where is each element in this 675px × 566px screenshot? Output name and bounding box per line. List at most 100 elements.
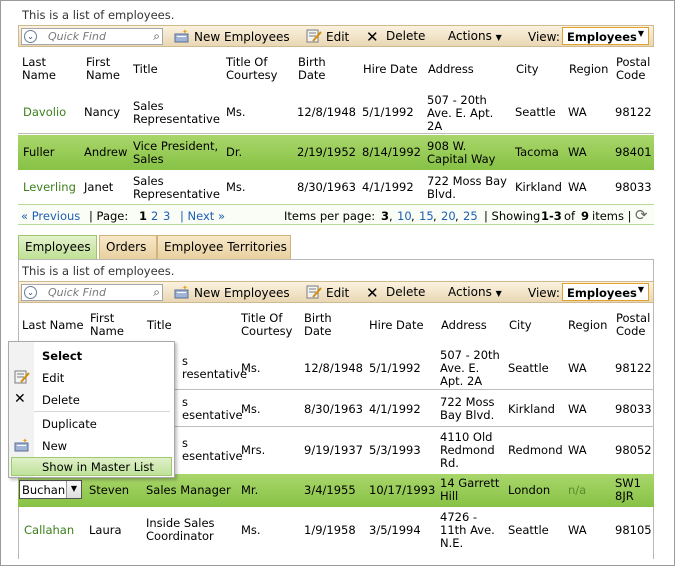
menu-item-delete[interactable]: Delete [42, 393, 80, 407]
column-header-title-of-courtesy[interactable]: Title Of Courtesy [241, 312, 292, 338]
last-name-link[interactable]: Fuller [23, 146, 54, 159]
items-per-page-option[interactable]: 10 [397, 209, 412, 223]
region-cell: WA [568, 443, 587, 457]
new-employees-button[interactable]: ✦ New Employees [174, 29, 290, 44]
next-page-link[interactable]: | Next » [180, 209, 225, 223]
courtesy-cell: Ms. [241, 402, 261, 416]
dropdown-arrow-icon: ▼ [637, 29, 644, 38]
column-header-postal-code[interactable]: Postal Code [616, 56, 650, 82]
items-per-page-option[interactable]: 25 [463, 209, 478, 223]
column-header-title[interactable]: Title [147, 319, 172, 332]
column-header-title[interactable]: Title [133, 63, 158, 76]
region-cell: WA [568, 402, 587, 416]
svg-text:✦: ✦ [182, 29, 188, 36]
hire-date-cell: 8/14/1992 [362, 145, 421, 159]
title-cell: s esentative [182, 436, 243, 463]
tab-employee-territories[interactable]: Employee Territories [157, 235, 291, 259]
view-selector[interactable]: Employees ▼ [562, 283, 649, 301]
page-2-link[interactable]: 2 [151, 209, 158, 223]
search-icon[interactable]: ⌕ [153, 285, 160, 300]
last-name-link[interactable]: Davolio [23, 106, 66, 119]
edit-label: Edit [326, 286, 350, 300]
delete-button[interactable]: ✕ Delete [366, 29, 425, 45]
column-header-postal-code[interactable]: Postal Code [616, 312, 650, 338]
quick-find-input[interactable]: ⌄ Quick Find ⌕ [21, 28, 163, 45]
refresh-icon[interactable]: ⟳ [635, 206, 648, 224]
column-header-city[interactable]: City [509, 319, 532, 332]
hire-date-cell: 5/3/1993 [369, 443, 421, 457]
birth-date-cell: 12/8/1948 [304, 361, 363, 375]
items-per-page-option[interactable]: 20 [441, 209, 456, 223]
items-per-page-option[interactable]: 15 [419, 209, 434, 223]
tab-employees[interactable]: Employees [18, 235, 97, 259]
column-header-region[interactable]: Region [568, 319, 607, 332]
table-row-selected[interactable]: Fuller Andrew Vice President, Sales Dr. 2… [18, 135, 654, 170]
menu-item-duplicate[interactable]: Duplicate [42, 417, 97, 431]
last-name-link[interactable]: Leverling [23, 181, 76, 194]
table-row[interactable]: Davolio Nancy Sales Representative Ms. 12… [18, 92, 654, 134]
chevron-down-icon[interactable]: ⌄ [24, 286, 37, 299]
actions-button[interactable]: Actions ▼ [448, 29, 502, 43]
column-header-hire-date[interactable]: Hire Date [363, 63, 418, 76]
column-header-city[interactable]: City [516, 63, 539, 76]
courtesy-cell: Ms. [241, 523, 261, 537]
postal-code-cell: 98122 [615, 105, 652, 119]
column-header-region[interactable]: Region [569, 63, 608, 76]
city-cell: Redmond [508, 443, 563, 457]
svg-text:✦: ✦ [182, 285, 188, 292]
column-header-birth-date[interactable]: Birth Date [304, 312, 332, 338]
city-cell: London [508, 483, 551, 497]
column-header-address[interactable]: Address [428, 63, 474, 76]
showing-range: 1-3 [541, 209, 562, 223]
column-header-hire-date[interactable]: Hire Date [369, 319, 424, 332]
region-cell: WA [568, 180, 587, 194]
column-header-first-name[interactable]: First Name [90, 312, 124, 338]
column-header-last-name[interactable]: Last Name [22, 319, 84, 332]
column-header-last-name[interactable]: Last Name [22, 56, 56, 82]
edit-button[interactable]: Edit [306, 285, 349, 300]
address-cell: 722 Moss Bay Blvd. [440, 395, 495, 422]
first-name-cell: Nancy [84, 105, 121, 119]
delete-button[interactable]: ✕ Delete [366, 285, 425, 301]
hire-date-cell: 4/1/1992 [369, 402, 421, 416]
view-selector[interactable]: Employees ▼ [562, 27, 649, 45]
last-name-dropdown[interactable]: Buchan ▼ [19, 480, 82, 499]
edit-button[interactable]: Edit [306, 29, 349, 44]
column-header-address[interactable]: Address [441, 319, 487, 332]
search-icon[interactable]: ⌕ [153, 29, 160, 44]
menu-item-show-in-master-list[interactable]: Show in Master List [42, 460, 154, 474]
menu-item-select[interactable]: Select [42, 349, 82, 363]
new-employees-label: New Employees [194, 30, 290, 44]
view-label: View: [528, 286, 560, 300]
table-row[interactable]: Callahan Laura Inside Sales Coordinator M… [18, 508, 654, 558]
city-cell: Seattle [508, 523, 549, 537]
column-header-title-of-courtesy[interactable]: Title Of Courtesy [226, 56, 277, 82]
quick-find-input[interactable]: ⌄ Quick Find ⌕ [21, 284, 163, 301]
edit-icon [14, 370, 30, 387]
postal-code-cell: 98033 [615, 402, 652, 416]
actions-label: Actions [448, 29, 492, 43]
chevron-down-icon[interactable]: ▼ [66, 481, 81, 498]
view-selector-value: Employees [567, 30, 637, 44]
new-employees-button[interactable]: ✦ New Employees [174, 285, 290, 300]
page-3-link[interactable]: 3 [163, 209, 170, 223]
region-cell: WA [568, 145, 587, 159]
delete-label: Delete [386, 29, 426, 43]
showing-suffix: items | [592, 209, 632, 223]
previous-page-link[interactable]: « Previous [21, 209, 80, 223]
tab-orders[interactable]: Orders [99, 235, 157, 259]
actions-button[interactable]: Actions ▼ [448, 285, 502, 299]
table-row[interactable]: Leverling Janet Sales Representative Ms. … [18, 171, 654, 204]
last-name-link[interactable]: Callahan [24, 524, 74, 537]
courtesy-cell: Mr. [241, 483, 259, 497]
birth-date-cell: 9/19/1937 [304, 443, 363, 457]
chevron-down-icon[interactable]: ⌄ [24, 30, 37, 43]
quick-find-placeholder: Quick Find [48, 30, 106, 43]
column-header-birth-date[interactable]: Birth Date [298, 56, 326, 82]
table-row-selected[interactable]: Steven Sales Manager Mr. 3/4/1955 10/17/… [18, 474, 654, 507]
menu-item-new[interactable]: New [42, 439, 67, 453]
menu-item-edit[interactable]: Edit [42, 371, 64, 385]
column-header-first-name[interactable]: First Name [86, 56, 120, 82]
first-name-cell: Andrew [84, 145, 128, 159]
first-name-cell: Laura [89, 523, 122, 537]
